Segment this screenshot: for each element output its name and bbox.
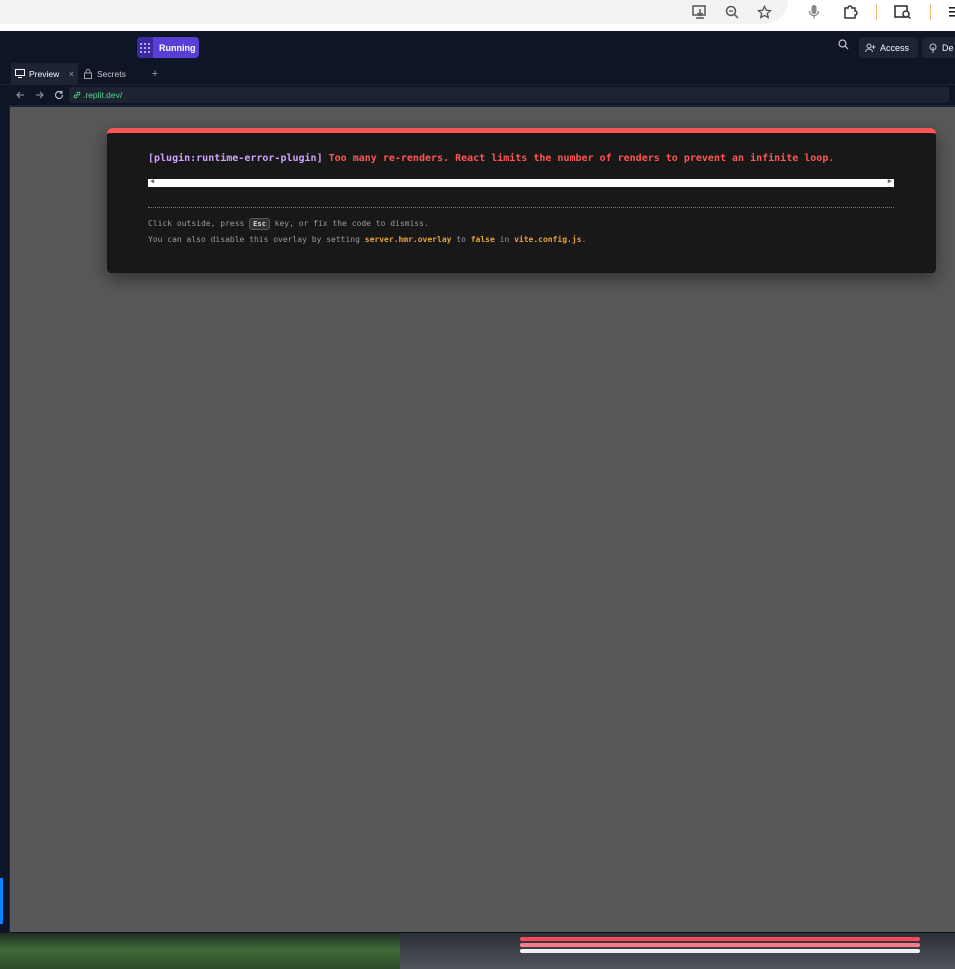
code-frame-scrollbar[interactable]: ◀ ▶ [148,177,894,187]
left-sidebar-rail[interactable] [0,63,10,933]
tip-text: Click outside, press [148,219,250,228]
config-key: server.hmr.overlay [364,235,452,244]
tab-preview[interactable]: Preview × [11,63,78,84]
search-icon[interactable] [838,39,852,55]
vite-error-overlay[interactable]: [plugin:runtime-error-plugin] Too many r… [107,128,936,273]
deploy-label: De [942,42,954,53]
scroll-right-icon[interactable]: ▶ [888,177,892,185]
workspace-header: Running Access De [0,31,955,64]
add-user-icon [859,43,880,53]
scroll-left-icon[interactable]: ◀ [150,177,154,185]
dismiss-tip: Click outside, press Esc key, or fix the… [148,218,429,230]
access-label: Access [880,42,910,53]
menu-icon[interactable] [946,0,955,24]
url-text: .replit.dev/ [83,90,123,100]
link-icon [69,91,83,99]
deploy-button[interactable]: De [922,37,955,58]
pane-tab-bar: Preview × Secrets + [0,63,955,85]
access-button[interactable]: Access [859,37,918,58]
extensions-icon[interactable] [840,0,860,24]
overlay-divider [148,207,894,208]
preview-address-bar: .replit.dev/ [9,85,955,107]
window-edge-highlight [0,878,3,924]
error-plugin: [plugin:runtime-error-plugin] [148,153,323,164]
zoom-icon[interactable] [722,0,742,24]
tab-label: Preview [29,68,60,79]
microphone-icon[interactable] [805,0,823,24]
back-arrow-icon[interactable] [16,87,25,103]
disable-tip: You can also disable this overlay by set… [148,235,586,244]
preview-pane[interactable]: [plugin:runtime-error-plugin] Too many r… [10,107,955,932]
close-tab-icon[interactable]: × [69,69,78,79]
search-tab-icon[interactable] [892,0,914,24]
reload-icon[interactable] [54,87,64,103]
lock-icon [80,68,97,79]
run-label: Running [159,42,196,53]
monitor-icon [11,69,29,78]
tab-label: Secrets [97,68,126,79]
tip-text: . [581,235,587,244]
new-tab-button[interactable]: + [148,63,162,84]
toolbar-divider [876,4,877,20]
address-omnibox[interactable] [0,0,788,24]
bookmark-star-icon[interactable] [754,0,774,24]
error-message: Too many re-renders. React limits the nu… [328,153,835,164]
forward-arrow-icon[interactable] [35,87,44,103]
tab-secrets[interactable]: Secrets [80,63,142,84]
install-app-icon[interactable] [690,0,710,24]
tip-text: in [494,235,515,244]
deploy-icon [922,43,942,53]
tip-text: key, or fix the code to dismiss. [269,219,429,228]
tip-text: You can also disable this overlay by set… [148,235,365,244]
desktop-wallpaper [0,933,955,969]
running-icon [137,37,153,58]
tip-text: to [451,235,471,244]
wallpaper-light-trails [520,937,920,941]
error-heading: [plugin:runtime-error-plugin] Too many r… [148,153,834,164]
toolbar-divider [930,4,931,20]
url-input[interactable]: .replit.dev/ [69,87,949,103]
run-button[interactable]: Running [137,37,199,58]
esc-key: Esc [249,218,270,230]
config-value: false [470,235,495,244]
config-file: vite.config.js [514,235,582,244]
browser-toolbar [0,0,955,31]
